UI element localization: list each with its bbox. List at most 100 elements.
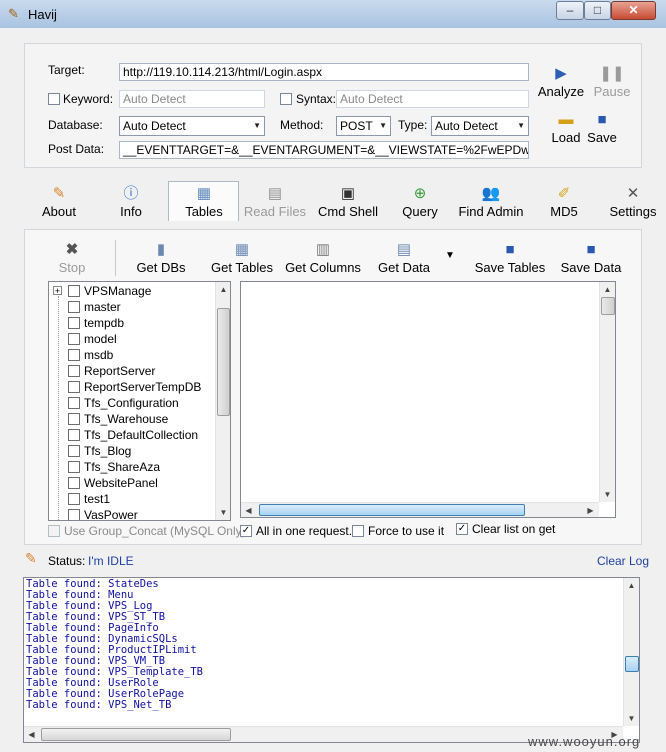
pause-icon: ❚❚ [599,65,625,82]
type-select-value: Auto Detect [435,119,498,133]
method-select[interactable]: POST ▼ [336,116,391,136]
database-checkbox[interactable] [68,493,80,505]
play-icon: ▶ [555,65,567,82]
clear-list-checkbox[interactable]: ✓ [456,523,468,535]
database-checkbox[interactable] [68,317,80,329]
scroll-left-icon[interactable]: ◀ [241,503,256,517]
database-checkbox[interactable] [68,429,80,441]
database-tree[interactable]: + VPSManage master tempdb model msdb ReportSe… [48,281,231,521]
get-data-label: Get Data [377,260,431,275]
log-line: Table found: VPS_Net_TB [26,699,172,711]
expand-plus-icon[interactable]: + [53,286,62,296]
database-checkbox[interactable] [68,397,80,409]
tab-read-files-label: Read Files [243,204,307,219]
tab-settings[interactable]: ✕ Settings [607,184,659,219]
tree-scrollbar[interactable]: ▲ ▼ [215,282,230,520]
database-checkbox[interactable] [68,381,80,393]
tab-cmd-shell-label: Cmd Shell [318,204,378,219]
log-hscroll-thumb[interactable] [41,728,231,741]
analyze-button[interactable]: ▶ Analyze [536,64,586,99]
save-tables-button[interactable]: ■ Save Tables [473,240,547,275]
database-checkbox[interactable] [68,349,80,361]
tab-info-label: Info [120,204,142,219]
tables-vscroll-thumb[interactable] [601,297,615,315]
log-vscrollbar[interactable]: ▲ ▼ [623,578,639,726]
log-output[interactable]: Table found: StateDes Table found: Menu Ta… [23,577,640,743]
tables-vscrollbar[interactable]: ▲ ▼ [599,282,615,502]
get-tables-button[interactable]: ▦ Get Tables [206,240,278,275]
all-in-one-checkbox[interactable]: ✓ [240,525,252,537]
database-checkbox[interactable] [68,285,80,297]
get-columns-button[interactable]: ▥ Get Columns [282,240,364,275]
tab-find-admin[interactable]: 👥 Find Admin [455,184,527,219]
database-icon: ▮ [156,241,166,258]
keyword-input[interactable]: Auto Detect [119,90,265,108]
get-data-dropdown-arrow[interactable]: ▼ [445,250,455,261]
scroll-up-icon[interactable]: ▲ [600,282,615,297]
database-checkbox[interactable] [68,477,80,489]
status-value: I'm IDLE [88,554,134,568]
tab-md5[interactable]: ✐ MD5 [544,184,584,219]
database-checkbox[interactable] [68,365,80,377]
scroll-left-icon[interactable]: ◀ [24,727,39,742]
tree-scroll-thumb[interactable] [217,308,230,416]
folder-icon: ▬ [558,111,574,128]
postdata-input[interactable]: __EVENTTARGET=&__EVENTARGUMENT=&__VIEWST… [119,141,529,159]
database-checkbox[interactable] [68,509,80,520]
clear-log-link[interactable]: Clear Log [597,554,649,568]
minimize-button[interactable]: – [556,1,584,20]
tab-cmd-shell[interactable]: ▣ Cmd Shell [315,184,381,219]
database-name: VasPower [84,508,138,521]
tab-read-files[interactable]: ▤ Read Files [243,184,307,219]
type-select[interactable]: Auto Detect ▼ [431,116,529,136]
database-checkbox[interactable] [68,461,80,473]
title-bar[interactable]: ✎ Havij – □ ✕ [0,0,666,28]
get-dbs-button[interactable]: ▮ Get DBs [131,240,191,275]
tables-hscrollbar[interactable]: ◀ ▶ [241,502,599,517]
pause-button[interactable]: ❚❚ Pause [591,64,633,99]
close-button[interactable]: ✕ [611,1,656,20]
database-checkbox[interactable] [68,445,80,457]
force-checkbox[interactable] [352,525,364,537]
target-input[interactable]: http://119.10.114.213/html/Login.aspx [119,63,529,81]
save-data-button[interactable]: ■ Save Data [560,240,622,275]
type-label: Type: [398,118,428,132]
table-icon: ▦ [196,185,212,202]
tables-list[interactable]: ▲ ▼ ◀ ▶ [240,281,616,518]
database-checkbox[interactable] [68,413,80,425]
group-concat-label: Use Group_Concat (MySQL Only) [64,524,246,538]
stop-button[interactable]: ✖ Stop [50,240,94,275]
tables-hscroll-thumb[interactable] [259,504,525,516]
keyword-checkbox[interactable] [48,93,60,105]
tab-query[interactable]: ⊕ Query [395,184,445,219]
database-checkbox[interactable] [68,333,80,345]
save-button[interactable]: ■ Save [587,110,617,145]
clear-list-label: Clear list on get [472,522,556,536]
scroll-right-icon[interactable]: ▶ [583,503,598,517]
chevron-down-icon: ▼ [517,121,525,130]
maximize-button[interactable]: □ [584,1,611,20]
group-concat-checkbox[interactable] [48,525,60,537]
load-label: Load [551,130,581,145]
scroll-up-icon[interactable]: ▲ [216,282,230,297]
tab-tables[interactable]: ▦ Tables [172,184,236,219]
scroll-down-icon[interactable]: ▼ [624,711,639,726]
syntax-input[interactable]: Auto Detect [336,90,529,108]
scroll-up-icon[interactable]: ▲ [624,578,639,593]
scroll-down-icon[interactable]: ▼ [216,505,230,520]
havij-window: ✎ Havij – □ ✕ Target: http://119.10.114.… [0,0,666,752]
scroll-down-icon[interactable]: ▼ [600,487,615,502]
database-checkbox[interactable] [68,301,80,313]
syntax-checkbox[interactable] [280,93,292,105]
get-data-button[interactable]: ▤ Get Data [373,240,435,275]
database-name: Tfs_Configuration [84,396,179,410]
load-button[interactable]: ▬ Load [547,110,585,145]
toolbar-divider [115,240,116,276]
tab-info[interactable]: ⓘ Info [110,184,152,219]
tab-about[interactable]: ✎ About [35,184,83,219]
status-label: Status: [48,554,86,568]
log-vscroll-thumb[interactable] [625,656,639,672]
database-select[interactable]: Auto Detect ▼ [119,116,265,136]
save-label: Save [587,130,617,145]
database-label: Database: [48,118,103,132]
